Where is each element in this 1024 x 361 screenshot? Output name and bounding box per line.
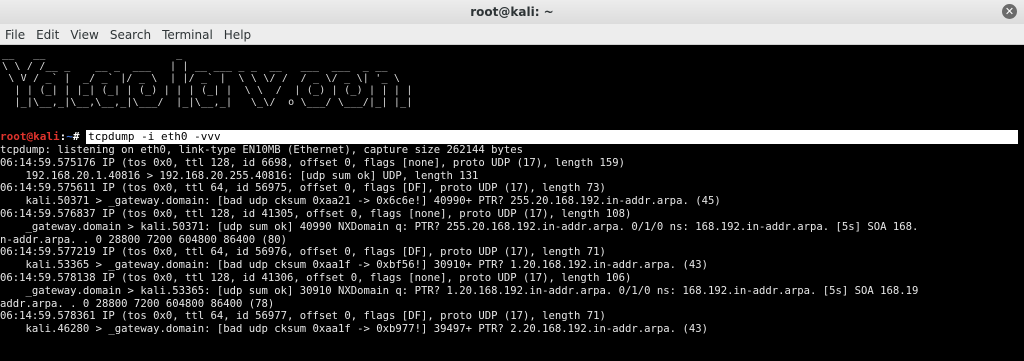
menu-edit[interactable]: Edit <box>31 25 65 45</box>
output-line: 06:14:59.577219 IP (tos 0x0, ttl 64, id … <box>0 246 606 259</box>
menu-bar: File Edit View Search Terminal Help <box>0 24 1024 45</box>
close-icon[interactable]: ✕ <box>1002 4 1017 19</box>
output-line: n-addr.arpa. . 0 28800 7200 604800 86400… <box>0 233 288 246</box>
title-bar[interactable]: root@kali: ~ ✕ <box>0 0 1024 25</box>
menu-help[interactable]: Help <box>219 25 257 45</box>
output-line: kali.53365 > _gateway.domain: [bad udp c… <box>0 259 708 272</box>
output-line: 06:14:59.578138 IP (tos 0x0, ttl 128, id… <box>0 271 632 284</box>
output-line: tcpdump: listening on eth0, link-type EN… <box>0 144 523 156</box>
output-line: 06:14:59.575611 IP (tos 0x0, ttl 64, id … <box>0 182 606 195</box>
output-line: kali.46280 > _gateway.domain: [bad udp c… <box>0 323 708 336</box>
output-line: 06:14:59.578361 IP (tos 0x0, ttl 64, id … <box>0 310 606 323</box>
banner-line: __ __ _ <box>2 49 388 60</box>
terminal-area[interactable]: __ __ _ \ \ / /__ _ __ _ ___ | | __ ___ … <box>0 45 1024 361</box>
prompt-user-host: root@kali <box>0 130 60 143</box>
banner-line: \ \ / /__ _ __ _ ___ | | __ ___ _ _ __ _… <box>2 61 388 72</box>
output-line: _gateway.domain > kali.53365: [udp sum o… <box>0 284 919 297</box>
output-line: 06:14:59.575176 IP (tos 0x0, ttl 128, id… <box>0 156 626 169</box>
output-line: _gateway.domain > kali.50371: [udp sum o… <box>0 220 919 233</box>
output-line: 06:14:59.576837 IP (tos 0x0, ttl 128, id… <box>0 207 632 220</box>
ascii-banner: __ __ _ \ \ / /__ _ __ _ ___ | | __ ___ … <box>2 49 413 109</box>
banner-line: | | (_| | |_| (_| | (_) | | | (_| | \ \ … <box>2 85 413 96</box>
output-line: addr.arpa. . 0 28800 7200 604800 86400 (… <box>0 297 275 310</box>
menu-terminal[interactable]: Terminal <box>157 25 219 45</box>
output-line: 192.168.20.1.40816 > 192.168.20.255.4081… <box>0 169 479 182</box>
prompt-symbol: # <box>72 130 87 143</box>
banner-line: \ V / _` | _/ _` |/ _ \ | |/ _` | \ \ \/… <box>2 73 401 84</box>
menu-file[interactable]: File <box>0 25 31 45</box>
prompt-path: ~ <box>66 130 73 143</box>
banner-line: |_|\__,_|\__,\__,_|\___/ |_|\__,_| \_\/ … <box>2 97 413 108</box>
command-input[interactable]: tcpdump -i eth0 -vvv <box>86 130 1019 144</box>
output-line: kali.50371 > _gateway.domain: [bad udp c… <box>0 195 721 208</box>
command-prompt[interactable]: root@kali:~# tcpdump -i eth0 -vvv <box>0 130 1024 144</box>
terminal-output: tcpdump: listening on eth0, link-type EN… <box>0 144 1024 336</box>
menu-view[interactable]: View <box>65 25 104 45</box>
window-title: root@kali: ~ <box>470 5 554 19</box>
menu-search[interactable]: Search <box>105 25 157 45</box>
